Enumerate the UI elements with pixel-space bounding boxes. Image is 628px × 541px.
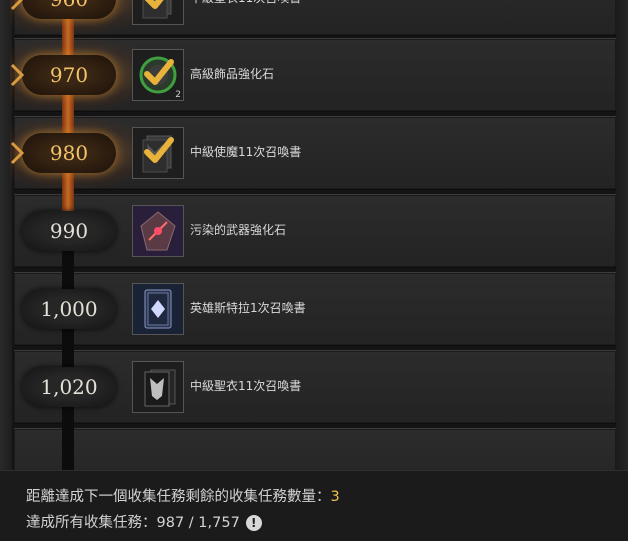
chevron-right-icon [8, 141, 26, 165]
item-name: 中級聖衣11次召喚書 [190, 0, 301, 6]
chevron-right-icon [8, 63, 26, 87]
level-badge: 980 [22, 133, 116, 173]
total-progress-value: 987 / 1,757 [156, 515, 240, 531]
level-badge: 1,020 [22, 367, 116, 407]
total-progress-label: 達成所有收集任務： [26, 515, 157, 531]
progress-track-fill [62, 0, 74, 225]
level-badge: 990 [22, 211, 116, 251]
green-enhance-stone-icon[interactable]: 2 [132, 49, 184, 101]
next-milestone-line: 距離達成下一個收集任務剩餘的收集任務數量：3 [26, 485, 340, 506]
level-badge: 1,000 [22, 289, 116, 329]
cards-stack-icon[interactable] [132, 0, 184, 25]
collection-row[interactable]: 1,000 英雄斯特拉1次召喚書 [14, 272, 616, 346]
level-badge: 970 [22, 55, 116, 95]
item-name: 英雄斯特拉1次召喚書 [190, 301, 306, 315]
collection-summary-footer: 距離達成下一個收集任務剩餘的收集任務數量：3 達成所有收集任務：987 / 1,… [0, 470, 628, 541]
collection-row[interactable] [14, 428, 616, 470]
collection-row[interactable]: 1,020 中級聖衣11次召喚書 [14, 350, 616, 424]
level-badge: 960 [22, 0, 116, 19]
right-frame-border [616, 0, 628, 470]
hero-summon-card-icon[interactable] [132, 283, 184, 335]
collection-reward-list[interactable]: 960 中級聖衣11次召喚書 970 2 高級飾品強化石 980 中級使魔11次召喚書 990… [0, 0, 628, 470]
item-name: 污染的武器強化石 [190, 223, 287, 237]
item-name: 高級飾品強化石 [190, 67, 275, 81]
cards-stack-icon[interactable] [132, 127, 184, 179]
total-progress-line: 達成所有收集任務：987 / 1,757! [26, 511, 262, 532]
info-icon[interactable]: ! [245, 515, 262, 531]
collection-row[interactable]: 990 污染的武器強化石 [14, 194, 616, 268]
cursed-weapon-stone-icon[interactable] [132, 205, 184, 257]
next-milestone-value: 3 [330, 489, 340, 505]
next-milestone-label: 距離達成下一個收集任務剩餘的收集任務數量： [26, 489, 331, 505]
collection-row[interactable]: 970 2 高級飾品強化石 [10, 38, 616, 112]
collection-row[interactable]: 960 中級聖衣11次召喚書 [10, 0, 616, 36]
item-name: 中級使魔11次召喚書 [190, 145, 302, 159]
collection-row[interactable]: 980 中級使魔11次召喚書 [10, 116, 616, 190]
armor-summon-cards-icon[interactable] [132, 361, 184, 413]
chevron-right-icon [8, 0, 26, 11]
item-name: 中級聖衣11次召喚書 [190, 379, 302, 393]
